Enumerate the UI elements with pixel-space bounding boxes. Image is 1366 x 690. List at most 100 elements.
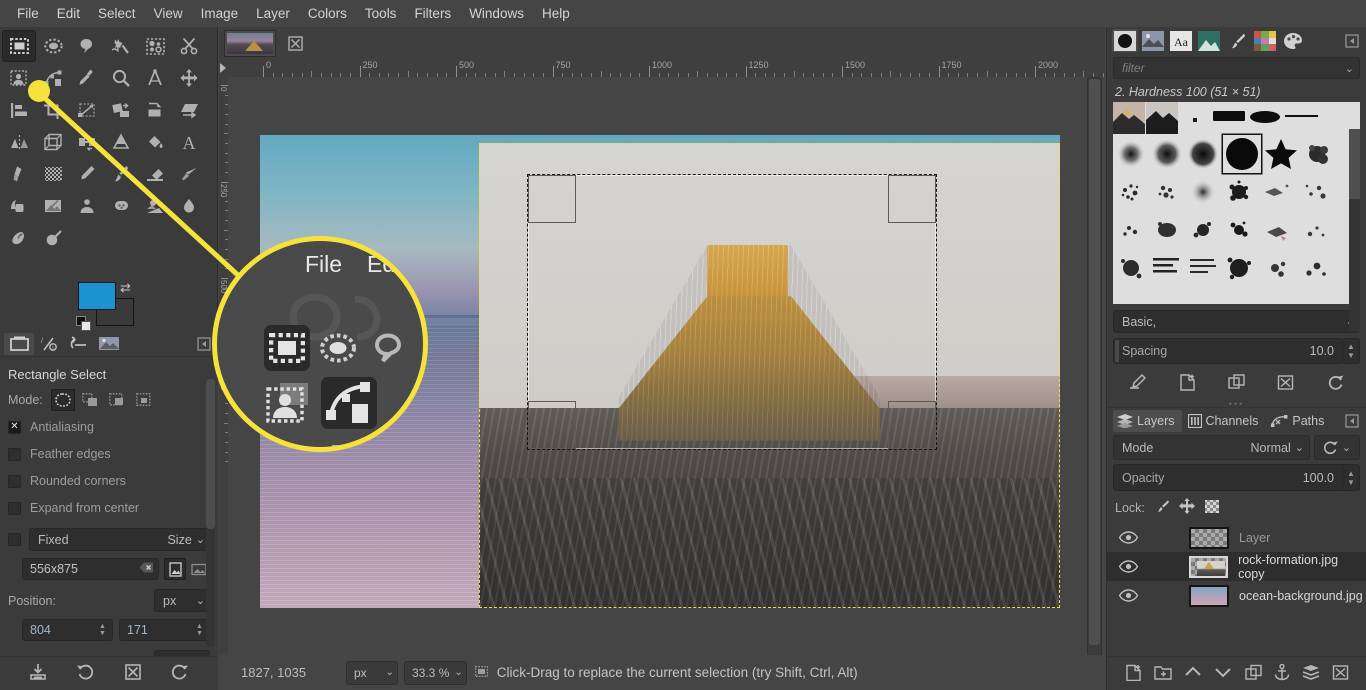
brush-cell[interactable] bbox=[1299, 252, 1331, 284]
undo-history-tab[interactable] bbox=[64, 333, 94, 355]
move-tool[interactable] bbox=[172, 62, 206, 94]
select-by-color-tool[interactable] bbox=[138, 30, 172, 62]
brush-cell-selected[interactable] bbox=[1223, 135, 1261, 173]
mode-add-button[interactable] bbox=[78, 389, 102, 411]
eraser-tool[interactable] bbox=[138, 158, 172, 190]
menu-select[interactable]: Select bbox=[89, 3, 145, 24]
color-picker-tool[interactable] bbox=[70, 62, 104, 94]
swap-colors-icon[interactable]: ⇄ bbox=[120, 280, 131, 296]
images-tab[interactable] bbox=[94, 333, 124, 355]
portrait-orientation-button[interactable] bbox=[164, 558, 186, 580]
brush-filter-input[interactable]: filter ⌄ bbox=[1113, 57, 1360, 79]
lock-position-icon[interactable] bbox=[1178, 498, 1195, 517]
brush-cell[interactable] bbox=[1187, 214, 1219, 246]
menu-windows[interactable]: Windows bbox=[460, 3, 533, 24]
dock-menu-icon[interactable] bbox=[1344, 33, 1360, 49]
revert-mode-button[interactable]: ⌄ bbox=[1314, 435, 1360, 460]
text-tool[interactable]: A bbox=[172, 126, 206, 158]
status-unit-combo[interactable]: px ⌄ bbox=[346, 660, 398, 685]
palettes-tab[interactable] bbox=[1252, 29, 1278, 52]
stepper-icon[interactable]: ▲ ▼ bbox=[95, 623, 110, 637]
layer-mode-combo[interactable]: Mode Normal ⌄ bbox=[1113, 435, 1310, 460]
fixed-aspect-combo[interactable]: Fixed Size ⌄ bbox=[29, 528, 210, 551]
pattern-fill-tool[interactable] bbox=[36, 158, 70, 190]
brush-cell[interactable] bbox=[1187, 176, 1219, 208]
scissors-select-tool[interactable] bbox=[172, 30, 206, 62]
layer-row-rock-formation[interactable]: rock-formation.jpg copy bbox=[1107, 552, 1366, 581]
perspective-tool[interactable] bbox=[138, 94, 172, 126]
raise-layer-button[interactable] bbox=[1184, 665, 1202, 682]
save-tool-options-button[interactable] bbox=[29, 663, 47, 684]
device-status-tab[interactable]: / i bbox=[34, 333, 64, 355]
brush-cell[interactable] bbox=[1223, 252, 1255, 284]
stepper-icon[interactable]: ▲ ▼ bbox=[192, 623, 207, 637]
spacing-stepper[interactable]: ▲ ▼ bbox=[1343, 338, 1360, 364]
menu-help[interactable]: Help bbox=[533, 3, 579, 24]
menu-file[interactable]: File bbox=[8, 3, 48, 24]
blur-sharpen-tool[interactable] bbox=[138, 190, 172, 222]
dock-menu-icon[interactable] bbox=[195, 335, 213, 353]
mode-subtract-button[interactable] bbox=[105, 389, 129, 411]
opacity-stepper[interactable]: ▲ ▼ bbox=[1343, 464, 1360, 491]
mode-replace-button[interactable] bbox=[50, 389, 75, 411]
brush-cell[interactable] bbox=[1187, 138, 1219, 170]
smudge-alt-tool[interactable] bbox=[36, 222, 70, 254]
brush-cell[interactable] bbox=[1299, 214, 1331, 246]
delete-tool-options-button[interactable] bbox=[124, 663, 142, 684]
brush-cell[interactable] bbox=[1187, 252, 1219, 284]
brush-cell[interactable] bbox=[1265, 138, 1297, 170]
zoom-tool[interactable] bbox=[104, 62, 138, 94]
close-icon[interactable] bbox=[284, 33, 306, 55]
tool-options-tab[interactable] bbox=[4, 332, 34, 355]
new-layer-group-button[interactable] bbox=[1154, 664, 1172, 683]
cage-transform-tool[interactable] bbox=[36, 126, 70, 158]
menu-edit[interactable]: Edit bbox=[48, 3, 89, 24]
measure-tool[interactable] bbox=[138, 62, 172, 94]
brush-tag-combo[interactable]: Basic, ⌄ bbox=[1113, 310, 1360, 333]
delete-layer-button[interactable] bbox=[1332, 664, 1349, 684]
expand-from-center-checkbox[interactable] bbox=[8, 501, 21, 515]
brush-cell[interactable] bbox=[1146, 102, 1178, 134]
brush-cell[interactable] bbox=[1212, 104, 1245, 136]
reset-tool-options-button[interactable] bbox=[171, 663, 189, 684]
layer-row-ocean-background[interactable]: ocean-background.jpg bbox=[1107, 581, 1366, 610]
mode-intersect-button[interactable] bbox=[132, 389, 156, 411]
free-select-tool[interactable] bbox=[70, 30, 104, 62]
menu-colors[interactable]: Colors bbox=[299, 3, 356, 24]
brush-cell[interactable] bbox=[1299, 176, 1331, 208]
foreground-color-swatch[interactable] bbox=[78, 282, 116, 310]
brush-cell[interactable] bbox=[1261, 214, 1293, 246]
menu-tools[interactable]: Tools bbox=[356, 3, 406, 24]
brush-cell[interactable] bbox=[1115, 176, 1147, 208]
merge-down-button[interactable] bbox=[1302, 664, 1320, 683]
heal-tool[interactable] bbox=[70, 190, 104, 222]
brush-grid[interactable] bbox=[1113, 102, 1360, 304]
brush-spacing-slider[interactable]: Spacing 10.0 bbox=[1113, 338, 1343, 364]
ruler-corner[interactable] bbox=[219, 60, 228, 77]
dock-menu-icon[interactable] bbox=[1344, 413, 1360, 429]
antialiasing-checkbox[interactable]: ✕ bbox=[8, 420, 21, 434]
feather-edges-checkbox[interactable] bbox=[8, 447, 21, 461]
fixed-checkbox[interactable] bbox=[8, 533, 21, 546]
gradients-tab[interactable] bbox=[1196, 29, 1222, 52]
brush-cell[interactable] bbox=[1223, 214, 1255, 246]
shear-tool[interactable] bbox=[172, 94, 206, 126]
menu-image[interactable]: Image bbox=[192, 3, 248, 24]
layer-visibility-icon[interactable] bbox=[1119, 589, 1145, 602]
position-x-input[interactable]: 804 ▲ ▼ bbox=[22, 619, 113, 641]
restore-tool-options-button[interactable] bbox=[76, 663, 94, 684]
brush-grid-scrollbar[interactable] bbox=[1349, 129, 1360, 331]
vertical-scrollbar[interactable] bbox=[1087, 77, 1102, 657]
brush-cell[interactable] bbox=[1261, 178, 1293, 210]
airbrush-tool[interactable] bbox=[172, 158, 206, 190]
brush-cell[interactable] bbox=[1113, 102, 1145, 134]
paint-dynamics-tab[interactable] bbox=[1224, 29, 1250, 52]
menu-filters[interactable]: Filters bbox=[405, 3, 460, 24]
delete-brush-button[interactable] bbox=[1277, 374, 1294, 394]
layer-visibility-icon[interactable] bbox=[1119, 560, 1145, 573]
menu-view[interactable]: View bbox=[145, 3, 192, 24]
image-tab[interactable] bbox=[224, 30, 276, 57]
new-layer-button[interactable] bbox=[1125, 664, 1142, 684]
brush-cell[interactable] bbox=[1223, 176, 1255, 208]
brush-cell[interactable] bbox=[1261, 252, 1293, 284]
